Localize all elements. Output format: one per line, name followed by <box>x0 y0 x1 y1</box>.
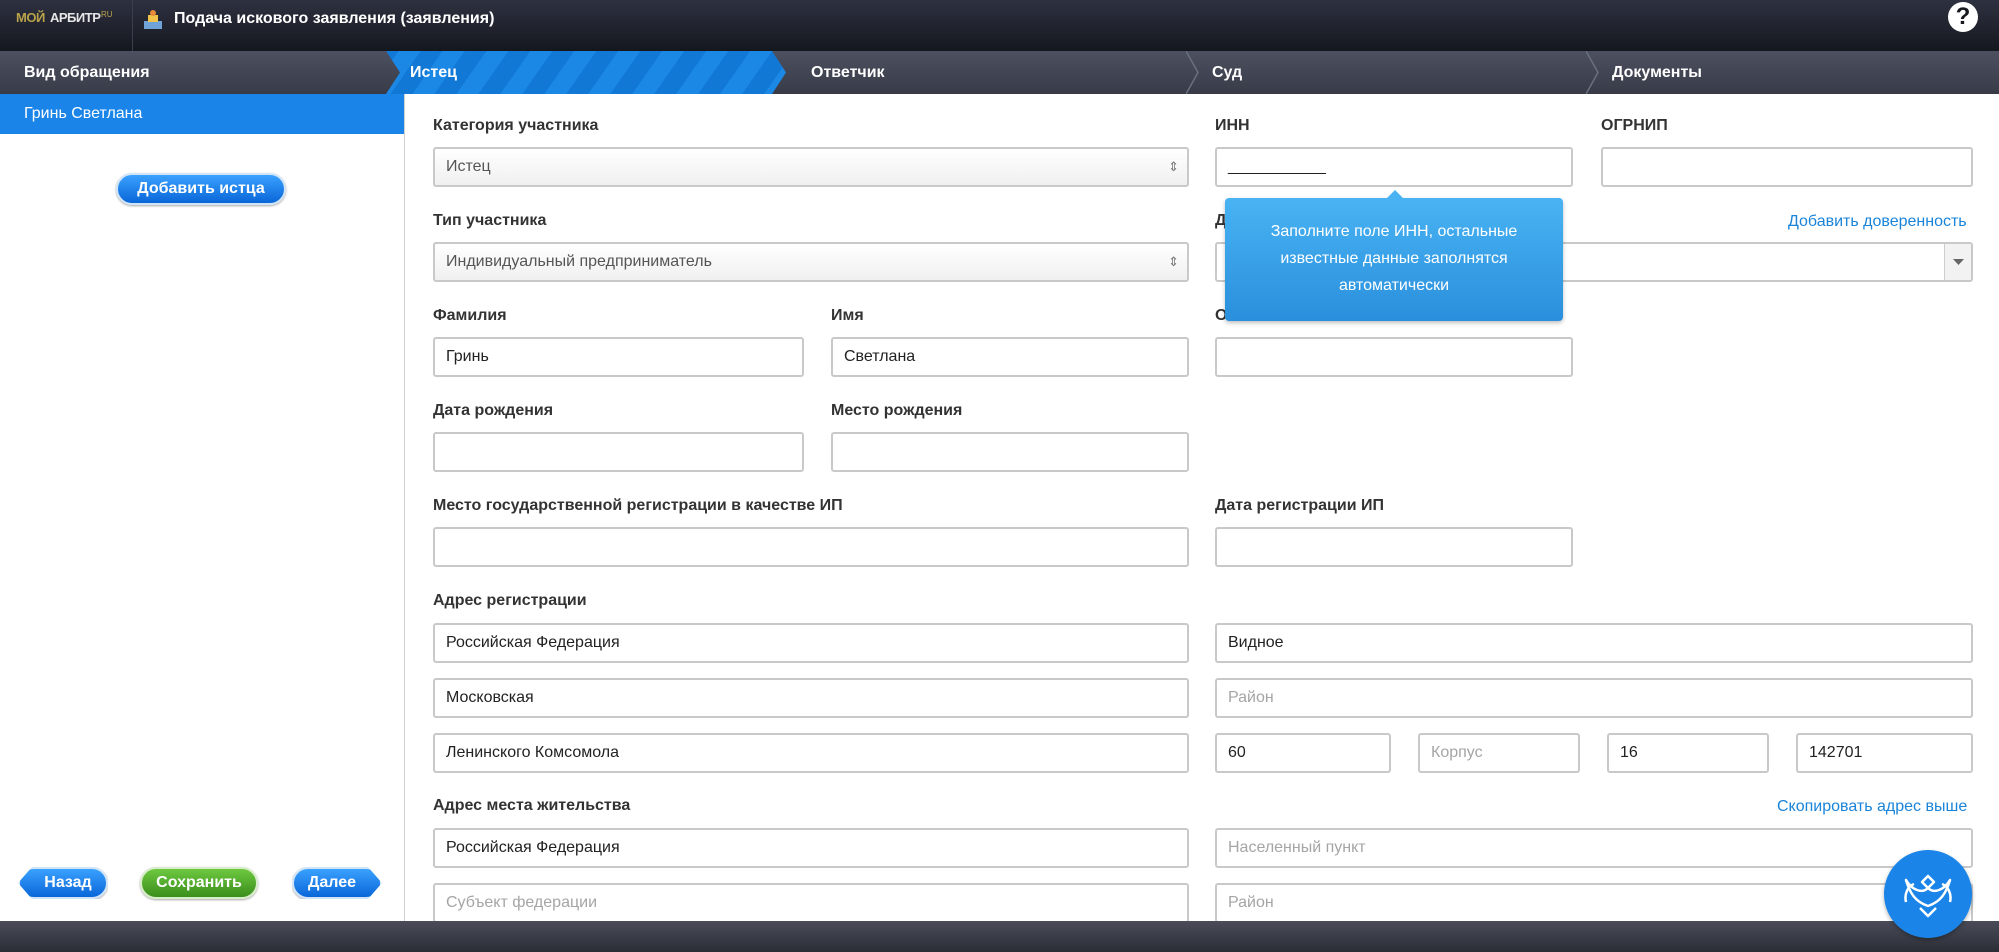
wizard-steps: Вид обращения Истец Ответчик Суд Докумен… <box>0 51 1999 94</box>
claim-icon <box>144 10 162 29</box>
birth-place-input[interactable] <box>831 432 1189 472</box>
residence-address-label: Адрес места жительства <box>433 797 631 814</box>
surname-label: Фамилия <box>433 307 507 324</box>
reg-house-input[interactable]: 60 <box>1215 733 1391 773</box>
reg-street-input[interactable]: Ленинского Комсомола <box>433 733 1189 773</box>
save-button[interactable]: Сохранить <box>140 867 258 899</box>
patronymic-input[interactable] <box>1215 337 1573 377</box>
reg-flat-input[interactable]: 16 <box>1607 733 1769 773</box>
plaintiff-form: Категория участника Истец ИНН __________… <box>406 94 1999 923</box>
live-country-input[interactable]: Российская Федерация <box>433 828 1189 868</box>
inn-tooltip: Заполните поле ИНН, остальные известные … <box>1225 190 1563 321</box>
name-label: Имя <box>831 307 864 324</box>
add-plaintiff-button[interactable]: Добавить истца <box>116 173 286 205</box>
logo-part-2: АРБИТР <box>50 10 101 25</box>
reg-region-input[interactable]: Московская <box>433 678 1189 718</box>
inn-label: ИНН <box>1215 117 1250 134</box>
step-documents[interactable]: Документы <box>1586 51 1999 94</box>
eagle-emblem-icon <box>1904 874 1952 918</box>
reg-zip-input[interactable]: 142701 <box>1796 733 1973 773</box>
step-defendant[interactable]: Ответчик <box>786 51 1186 94</box>
live-region-input[interactable]: Субъект федерации <box>433 883 1189 923</box>
back-button[interactable]: Назад <box>18 867 108 899</box>
category-label: Категория участника <box>433 117 599 134</box>
registration-place-input[interactable] <box>433 527 1189 567</box>
state-emblem-button[interactable] <box>1884 850 1972 938</box>
live-district-input[interactable]: Район <box>1215 883 1973 923</box>
registration-place-label: Место государственной регистрации в каче… <box>433 497 843 514</box>
registration-address-label: Адрес регистрации <box>433 592 587 609</box>
birth-date-label: Дата рождения <box>433 402 554 419</box>
plaintiff-list-panel: Гринь Светлана Добавить истца Назад Сохр… <box>0 94 405 921</box>
dropdown-button[interactable] <box>1944 244 1971 280</box>
tooltip-line: известные данные заполнятся <box>1280 250 1508 267</box>
ogrnip-input[interactable] <box>1601 147 1973 187</box>
participant-type-select[interactable]: Индивидуальный предприниматель <box>433 242 1189 282</box>
birth-date-input[interactable] <box>433 432 804 472</box>
logo[interactable]: МОЙ АРБИТР RU <box>0 0 133 51</box>
help-icon[interactable]: ? <box>1948 2 1978 32</box>
logo-part-3: RU <box>101 10 113 19</box>
category-select[interactable]: Истец <box>433 147 1189 187</box>
reg-city-input[interactable]: Видное <box>1215 623 1973 663</box>
chevron-down-icon <box>1953 259 1964 265</box>
ogrnip-label: ОГРНИП <box>1601 117 1668 134</box>
step-separator <box>1586 51 1599 94</box>
tooltip-line: Заполните поле ИНН, остальные <box>1270 223 1518 240</box>
reg-district-input[interactable]: Район <box>1215 678 1973 718</box>
reg-country-input[interactable]: Российская Федерация <box>433 623 1189 663</box>
reg-building-input[interactable]: Корпус <box>1418 733 1580 773</box>
surname-input[interactable]: Гринь <box>433 337 804 377</box>
top-bar: МОЙ АРБИТР RU Подача искового заявления … <box>0 0 1999 51</box>
inn-input[interactable]: ___________ <box>1215 147 1573 187</box>
plaintiff-list-item[interactable]: Гринь Светлана <box>0 94 404 134</box>
bottom-bar <box>0 921 1999 952</box>
copy-address-link[interactable]: Скопировать адрес выше <box>1777 798 1967 816</box>
step-plaintiff[interactable]: Истец <box>386 51 786 94</box>
participant-type-label: Тип участника <box>433 212 547 229</box>
tooltip-line: автоматически <box>1338 277 1450 294</box>
add-power-of-attorney-link[interactable]: Добавить доверенность <box>1788 213 1967 231</box>
step-separator <box>1186 51 1199 94</box>
step-request-type[interactable]: Вид обращения <box>0 51 386 94</box>
birth-place-label: Место рождения <box>831 402 963 419</box>
step-court[interactable]: Суд <box>1186 51 1586 94</box>
registration-date-input[interactable] <box>1215 527 1573 567</box>
next-button[interactable]: Далее <box>292 867 382 899</box>
app-title: Подача искового заявления (заявления) <box>174 10 495 27</box>
live-city-input[interactable]: Населенный пункт <box>1215 828 1973 868</box>
registration-date-label: Дата регистрации ИП <box>1215 497 1385 514</box>
name-input[interactable]: Светлана <box>831 337 1189 377</box>
logo-part-1: МОЙ <box>16 10 45 25</box>
